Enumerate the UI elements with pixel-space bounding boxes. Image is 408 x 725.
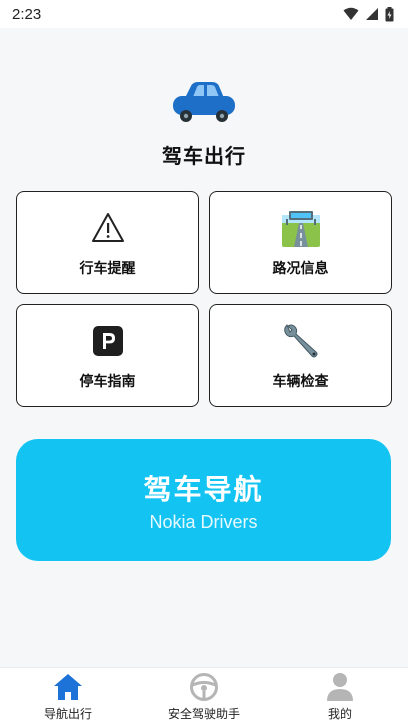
vehicle-check-card[interactable]: 车辆检查 — [209, 304, 392, 407]
driving-reminder-label: 行车提醒 — [79, 260, 136, 277]
page-title: 驾车出行 — [162, 144, 246, 168]
tab-me-label: 我的 — [327, 707, 352, 721]
battery-icon — [385, 6, 394, 21]
status-time: 2:23 — [12, 5, 42, 23]
parking-guide-label: 停车指南 — [79, 373, 136, 390]
parking-guide-card[interactable]: 停车指南 — [16, 304, 199, 407]
tab-safe-driving[interactable]: 安全驾驶助手 — [144, 671, 264, 722]
navigation-banner-button[interactable]: 驾车导航 Nokia Drivers — [16, 439, 391, 561]
tab-me[interactable]: 我的 — [280, 671, 400, 722]
steering-wheel-icon — [189, 671, 219, 703]
signal-icon — [366, 8, 378, 20]
road-icon — [281, 208, 321, 248]
vehicle-check-label: 车辆检查 — [272, 373, 329, 390]
tab-navigation-label: 导航出行 — [43, 707, 92, 721]
status-icons — [343, 6, 394, 22]
tab-safe-driving-label: 安全驾驶助手 — [167, 707, 240, 721]
tab-navigation[interactable]: 导航出行 — [8, 671, 128, 722]
warning-icon — [91, 208, 125, 248]
hero: 驾车出行 — [0, 80, 408, 169]
status-bar: 2:23 — [0, 0, 408, 28]
wifi-icon — [343, 7, 359, 20]
navigation-subtitle: Nokia Drivers — [149, 511, 258, 532]
bottom-tab-bar: 导航出行 安全驾驶助手 我的 — [0, 667, 408, 725]
road-info-card[interactable]: 路况信息 — [209, 191, 392, 294]
feature-grid: 行车提醒 路况信息 停车指南 车辆检查 — [16, 191, 392, 407]
parking-icon — [92, 321, 123, 361]
navigation-title: 驾车导航 — [143, 472, 264, 506]
user-icon — [326, 671, 354, 703]
car-icon — [173, 82, 235, 122]
driving-reminder-card[interactable]: 行车提醒 — [16, 191, 199, 294]
home-icon — [53, 671, 83, 703]
wrench-icon — [281, 321, 321, 361]
road-info-label: 路况信息 — [272, 260, 329, 277]
